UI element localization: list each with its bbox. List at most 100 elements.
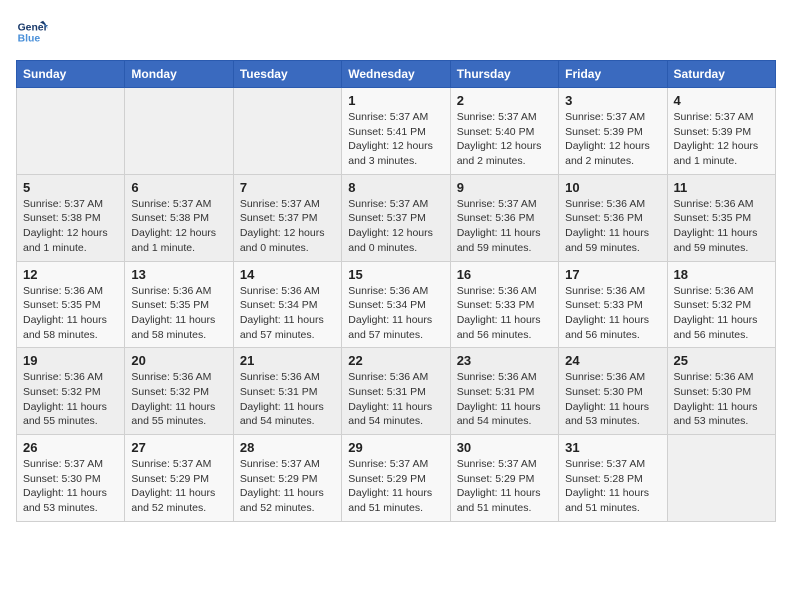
day-info: Sunrise: 5:37 AM Sunset: 5:37 PM Dayligh… [240,197,335,256]
calendar-cell: 21 Sunrise: 5:36 AM Sunset: 5:31 PM Dayli… [233,348,341,435]
calendar-cell: 14Sunrise: 5:36 AM Sunset: 5:34 PM Dayli… [233,261,341,348]
day-info: Sunrise: 5:36 AM Sunset: 5:35 PM Dayligh… [674,197,769,256]
day-info: Sunrise: 5:37 AM Sunset: 5:28 PM Dayligh… [565,457,660,516]
day-info: Sunrise: 5:37 AM Sunset: 5:30 PM Dayligh… [23,457,118,516]
calendar-header-sunday: Sunday [17,61,125,88]
day-info: Sunrise: 5:36 AM Sunset: 5:33 PM Dayligh… [565,284,660,343]
day-info: Sunrise: 5:37 AM Sunset: 5:29 PM Dayligh… [240,457,335,516]
day-info: Sunrise: 5:37 AM Sunset: 5:38 PM Dayligh… [131,197,226,256]
day-number: 15 [348,267,443,282]
day-info: Sunrise: 5:37 AM Sunset: 5:29 PM Dayligh… [348,457,443,516]
day-number: 27 [131,440,226,455]
calendar-cell: 25 Sunrise: 5:36 AM Sunset: 5:30 PM Dayli… [667,348,775,435]
calendar-cell: 17 Sunrise: 5:36 AM Sunset: 5:33 PM Dayli… [559,261,667,348]
calendar-cell: 10 Sunrise: 5:36 AM Sunset: 5:36 PM Dayli… [559,174,667,261]
day-info: Sunrise: 5:36 AM Sunset: 5:34 PM Dayligh… [348,284,443,343]
calendar-week-4: 19 Sunrise: 5:36 AM Sunset: 5:32 PM Dayli… [17,348,776,435]
calendar-cell: 24Sunrise: 5:36 AM Sunset: 5:30 PM Dayli… [559,348,667,435]
day-number: 16 [457,267,552,282]
calendar-cell: 16 Sunrise: 5:36 AM Sunset: 5:33 PM Dayli… [450,261,558,348]
page-header: General Blue [16,16,776,48]
day-number: 26 [23,440,118,455]
calendar-cell: 3 Sunrise: 5:37 AM Sunset: 5:39 PM Daylig… [559,88,667,175]
day-info: Sunrise: 5:36 AM Sunset: 5:35 PM Dayligh… [131,284,226,343]
day-info: Sunrise: 5:37 AM Sunset: 5:38 PM Dayligh… [23,197,118,256]
calendar-cell [125,88,233,175]
day-number: 3 [565,93,660,108]
calendar-cell: 15 Sunrise: 5:36 AM Sunset: 5:34 PM Dayli… [342,261,450,348]
calendar-header-monday: Monday [125,61,233,88]
day-number: 29 [348,440,443,455]
calendar-header-row: SundayMondayTuesdayWednesdayThursdayFrid… [17,61,776,88]
calendar-week-5: 26 Sunrise: 5:37 AM Sunset: 5:30 PM Dayli… [17,435,776,522]
day-info: Sunrise: 5:36 AM Sunset: 5:35 PM Dayligh… [23,284,118,343]
day-number: 18 [674,267,769,282]
day-number: 20 [131,353,226,368]
day-number: 19 [23,353,118,368]
day-info: Sunrise: 5:37 AM Sunset: 5:29 PM Dayligh… [457,457,552,516]
day-info: Sunrise: 5:36 AM Sunset: 5:33 PM Dayligh… [457,284,552,343]
calendar-week-3: 12 Sunrise: 5:36 AM Sunset: 5:35 PM Dayli… [17,261,776,348]
calendar-cell: 19 Sunrise: 5:36 AM Sunset: 5:32 PM Dayli… [17,348,125,435]
day-info: Sunrise: 5:36 AM Sunset: 5:36 PM Dayligh… [565,197,660,256]
day-info: Sunrise: 5:37 AM Sunset: 5:29 PM Dayligh… [131,457,226,516]
calendar-cell: 26 Sunrise: 5:37 AM Sunset: 5:30 PM Dayli… [17,435,125,522]
logo-icon: General Blue [16,16,48,48]
day-info: Sunrise: 5:36 AM Sunset: 5:32 PM Dayligh… [131,370,226,429]
calendar-header-friday: Friday [559,61,667,88]
calendar-cell: 6Sunrise: 5:37 AM Sunset: 5:38 PM Daylig… [125,174,233,261]
day-info: Sunrise: 5:37 AM Sunset: 5:39 PM Dayligh… [565,110,660,169]
calendar-cell [233,88,341,175]
day-number: 13 [131,267,226,282]
day-number: 5 [23,180,118,195]
day-info: Sunrise: 5:36 AM Sunset: 5:31 PM Dayligh… [240,370,335,429]
calendar-body: 1Sunrise: 5:37 AM Sunset: 5:41 PM Daylig… [17,88,776,522]
calendar-cell [667,435,775,522]
calendar-header-saturday: Saturday [667,61,775,88]
calendar-cell: 13 Sunrise: 5:36 AM Sunset: 5:35 PM Dayli… [125,261,233,348]
day-number: 10 [565,180,660,195]
calendar-header-wednesday: Wednesday [342,61,450,88]
calendar-cell: 5 Sunrise: 5:37 AM Sunset: 5:38 PM Daylig… [17,174,125,261]
day-info: Sunrise: 5:37 AM Sunset: 5:40 PM Dayligh… [457,110,552,169]
day-number: 17 [565,267,660,282]
day-info: Sunrise: 5:36 AM Sunset: 5:30 PM Dayligh… [674,370,769,429]
calendar-cell: 27 Sunrise: 5:37 AM Sunset: 5:29 PM Dayli… [125,435,233,522]
calendar-cell: 20 Sunrise: 5:36 AM Sunset: 5:32 PM Dayli… [125,348,233,435]
day-number: 31 [565,440,660,455]
day-number: 23 [457,353,552,368]
calendar-cell: 30 Sunrise: 5:37 AM Sunset: 5:29 PM Dayli… [450,435,558,522]
day-number: 12 [23,267,118,282]
day-number: 7 [240,180,335,195]
day-number: 25 [674,353,769,368]
calendar-cell: 4 Sunrise: 5:37 AM Sunset: 5:39 PM Daylig… [667,88,775,175]
calendar-cell: 12 Sunrise: 5:36 AM Sunset: 5:35 PM Dayli… [17,261,125,348]
day-number: 30 [457,440,552,455]
day-number: 9 [457,180,552,195]
calendar-cell: 1Sunrise: 5:37 AM Sunset: 5:41 PM Daylig… [342,88,450,175]
calendar-cell: 28 Sunrise: 5:37 AM Sunset: 5:29 PM Dayli… [233,435,341,522]
day-info: Sunrise: 5:37 AM Sunset: 5:36 PM Dayligh… [457,197,552,256]
calendar-cell: 23 Sunrise: 5:36 AM Sunset: 5:31 PM Dayli… [450,348,558,435]
calendar-cell: 2 Sunrise: 5:37 AM Sunset: 5:40 PM Daylig… [450,88,558,175]
day-number: 28 [240,440,335,455]
day-info: Sunrise: 5:37 AM Sunset: 5:41 PM Dayligh… [348,110,443,169]
svg-text:Blue: Blue [18,34,41,45]
day-number: 2 [457,93,552,108]
day-number: 22 [348,353,443,368]
day-info: Sunrise: 5:36 AM Sunset: 5:32 PM Dayligh… [674,284,769,343]
calendar-week-1: 1Sunrise: 5:37 AM Sunset: 5:41 PM Daylig… [17,88,776,175]
day-info: Sunrise: 5:36 AM Sunset: 5:31 PM Dayligh… [348,370,443,429]
calendar-cell: 22 Sunrise: 5:36 AM Sunset: 5:31 PM Dayli… [342,348,450,435]
day-number: 4 [674,93,769,108]
day-number: 21 [240,353,335,368]
calendar-cell: 11Sunrise: 5:36 AM Sunset: 5:35 PM Dayli… [667,174,775,261]
calendar-cell: 31 Sunrise: 5:37 AM Sunset: 5:28 PM Dayli… [559,435,667,522]
day-info: Sunrise: 5:37 AM Sunset: 5:37 PM Dayligh… [348,197,443,256]
calendar-cell: 9 Sunrise: 5:37 AM Sunset: 5:36 PM Daylig… [450,174,558,261]
day-info: Sunrise: 5:37 AM Sunset: 5:39 PM Dayligh… [674,110,769,169]
calendar-week-2: 5 Sunrise: 5:37 AM Sunset: 5:38 PM Daylig… [17,174,776,261]
day-info: Sunrise: 5:36 AM Sunset: 5:31 PM Dayligh… [457,370,552,429]
day-info: Sunrise: 5:36 AM Sunset: 5:32 PM Dayligh… [23,370,118,429]
calendar-cell [17,88,125,175]
